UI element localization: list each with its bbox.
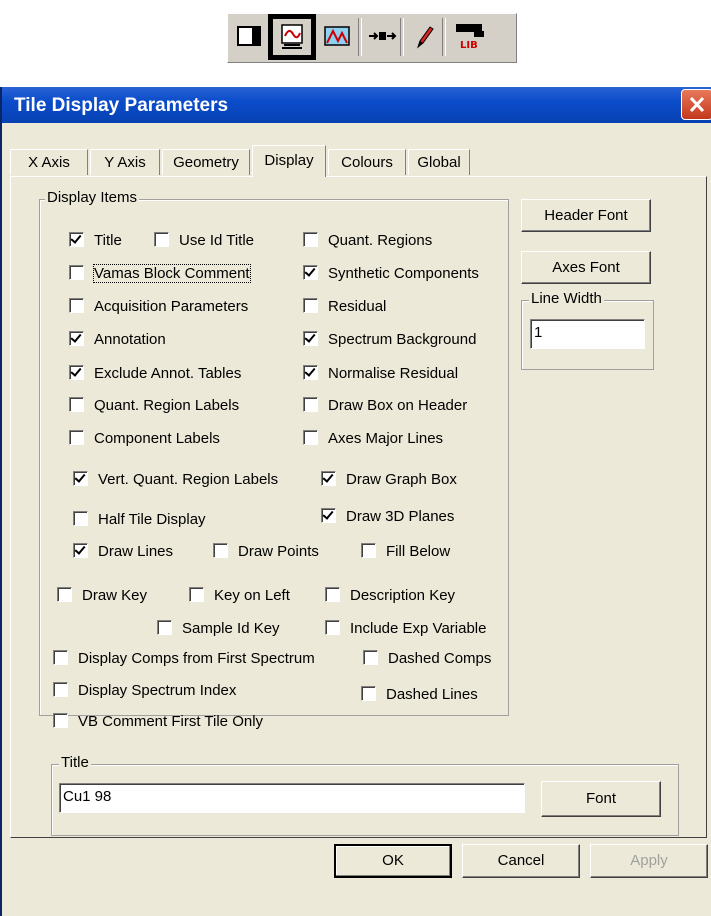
checkbox-box <box>53 650 68 665</box>
residual-checkbox[interactable]: Residual <box>303 297 386 317</box>
checkbox-box <box>69 232 84 247</box>
window-title: Tile Display Parameters <box>14 95 229 116</box>
key-on-left-checkbox[interactable]: Key on Left <box>189 586 290 606</box>
normalise-residual-checkbox[interactable]: Normalise Residual <box>303 364 458 384</box>
checkbox-box <box>303 232 318 247</box>
ok-button[interactable]: OK <box>334 844 452 878</box>
pencil-icon[interactable] <box>408 21 440 51</box>
line-width-input[interactable]: 1 <box>530 319 645 349</box>
checkbox-box <box>69 265 84 280</box>
checkbox-box <box>303 265 318 280</box>
acquisition-parameters-checkbox[interactable]: Acquisition Parameters <box>69 297 248 317</box>
checkbox-box <box>69 430 84 445</box>
tab-y-axis[interactable]: Y Axis <box>90 149 160 175</box>
checkbox-box <box>53 682 68 697</box>
vb-comment-first-tile-only-checkbox[interactable]: VB Comment First Tile Only <box>53 712 263 732</box>
checkbox-box <box>321 508 336 523</box>
draw-key-checkbox[interactable]: Draw Key <box>57 586 147 606</box>
toolbar-separator <box>358 18 362 56</box>
spectrum-background-checkbox[interactable]: Spectrum Background <box>303 330 476 350</box>
tab-global[interactable]: Global <box>408 149 470 175</box>
checkbox-box <box>69 365 84 380</box>
checkbox-box <box>57 587 72 602</box>
checkbox-box <box>303 331 318 346</box>
checkbox-box <box>73 511 88 526</box>
checkbox-box <box>363 650 378 665</box>
header-font-button[interactable]: Header Font <box>521 199 651 232</box>
description-key-checkbox[interactable]: Description Key <box>325 586 455 606</box>
sample-id-key-checkbox[interactable]: Sample Id Key <box>157 619 280 639</box>
tab-colours[interactable]: Colours <box>328 149 406 175</box>
dashed-comps-checkbox[interactable]: Dashed Comps <box>363 649 491 669</box>
title-checkbox[interactable]: Title <box>69 231 122 251</box>
draw-points-checkbox[interactable]: Draw Points <box>213 542 319 562</box>
spectrum-icon[interactable] <box>322 21 354 51</box>
display-tab-panel: Display Items Title Use Id Title Quant. … <box>10 176 707 838</box>
half-tile-display-checkbox[interactable]: Half Tile Display <box>73 510 206 530</box>
toolbar-separator <box>400 18 404 56</box>
checkbox-box <box>73 471 88 486</box>
draw-lines-checkbox[interactable]: Draw Lines <box>73 542 173 562</box>
dashed-lines-checkbox[interactable]: Dashed Lines <box>361 685 478 705</box>
step-icon[interactable] <box>366 21 398 51</box>
synthetic-components-checkbox[interactable]: Synthetic Components <box>303 264 479 284</box>
checkbox-box <box>325 620 340 635</box>
checkbox-box <box>325 587 340 602</box>
checkbox-box <box>303 298 318 313</box>
cancel-button[interactable]: Cancel <box>462 844 580 878</box>
title-input[interactable]: Cu1 98 <box>59 783 525 813</box>
display-items-legend: Display Items <box>45 189 140 206</box>
quant-region-labels-checkbox[interactable]: Quant. Region Labels <box>69 396 239 416</box>
checkbox-box <box>154 232 169 247</box>
axes-font-button[interactable]: Axes Font <box>521 251 651 284</box>
use-id-title-checkbox[interactable]: Use Id Title <box>154 231 254 251</box>
svg-text:LIB: LIB <box>460 40 478 51</box>
toolbar-separator <box>442 18 446 56</box>
checkbox-box <box>69 298 84 313</box>
fill-below-checkbox[interactable]: Fill Below <box>361 542 450 562</box>
title-bar: Tile Display Parameters <box>2 87 711 123</box>
checkbox-box <box>189 587 204 602</box>
library-icon[interactable]: LIB <box>452 21 488 51</box>
title-font-button[interactable]: Font <box>541 781 661 817</box>
checkbox-box <box>69 331 84 346</box>
component-labels-checkbox[interactable]: Component Labels <box>69 429 220 449</box>
close-icon[interactable] <box>681 89 711 120</box>
checkbox-box <box>303 365 318 380</box>
tab-x-axis[interactable]: X Axis <box>10 149 88 175</box>
exclude-annot-tables-checkbox[interactable]: Exclude Annot. Tables <box>69 364 241 384</box>
vamas-block-comment-checkbox[interactable]: Vamas Block Comment <box>69 264 251 284</box>
title-group-legend: Title <box>59 754 91 771</box>
apply-button[interactable]: Apply <box>590 844 708 878</box>
checkbox-box <box>321 471 336 486</box>
quant-regions-checkbox[interactable]: Quant. Regions <box>303 231 432 251</box>
display-comps-first-spectrum-checkbox[interactable]: Display Comps from First Spectrum <box>53 649 315 669</box>
checkbox-box <box>73 543 88 558</box>
display-parameters-icon[interactable] <box>276 21 308 51</box>
draw-graph-box-checkbox[interactable]: Draw Graph Box <box>321 470 457 490</box>
checkbox-box <box>69 397 84 412</box>
checkbox-box <box>303 397 318 412</box>
line-width-legend: Line Width <box>529 290 604 307</box>
tab-display[interactable]: Display <box>252 145 326 177</box>
tab-geometry[interactable]: Geometry <box>162 149 250 175</box>
checkbox-box <box>53 713 68 728</box>
axes-major-lines-checkbox[interactable]: Axes Major Lines <box>303 429 443 449</box>
annotation-checkbox[interactable]: Annotation <box>69 330 166 350</box>
toolbar: LIB <box>227 13 517 63</box>
vert-quant-region-labels-checkbox[interactable]: Vert. Quant. Region Labels <box>73 470 278 490</box>
checkbox-box <box>157 620 172 635</box>
checkbox-box <box>303 430 318 445</box>
display-spectrum-index-checkbox[interactable]: Display Spectrum Index <box>53 681 236 701</box>
include-exp-variable-checkbox[interactable]: Include Exp Variable <box>325 619 486 639</box>
checkbox-box <box>361 543 376 558</box>
checkbox-box <box>213 543 228 558</box>
checkbox-box <box>361 686 376 701</box>
draw-3d-planes-checkbox[interactable]: Draw 3D Planes <box>321 507 454 527</box>
draw-box-on-header-checkbox[interactable]: Draw Box on Header <box>303 396 467 416</box>
tile-icon[interactable] <box>236 21 268 51</box>
dialog-window: Tile Display Parameters X Axis Y Axis Ge… <box>0 87 711 916</box>
